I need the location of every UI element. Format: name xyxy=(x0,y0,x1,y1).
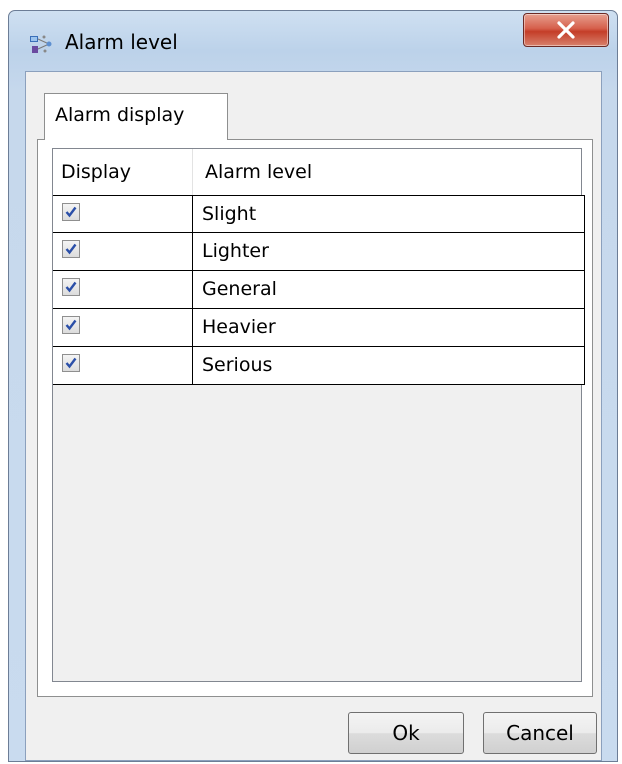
checkmark-icon xyxy=(65,319,77,331)
table-row[interactable]: Heavier xyxy=(53,309,585,347)
checkmark-icon xyxy=(65,357,77,369)
display-cell xyxy=(53,271,193,309)
tab-alarm-display[interactable]: Alarm display xyxy=(44,93,228,140)
display-cell xyxy=(53,233,193,271)
title-bar[interactable]: Alarm level xyxy=(9,11,617,73)
display-checkbox[interactable] xyxy=(62,203,80,221)
ok-button[interactable]: Ok xyxy=(348,712,464,754)
grid-header: Display Alarm level xyxy=(53,149,581,195)
column-header-label: Alarm level xyxy=(205,161,313,183)
table-row[interactable]: Lighter xyxy=(53,233,585,271)
alarm-level-dialog: Alarm level Alarm display Display Alarm … xyxy=(8,10,618,762)
checkmark-icon xyxy=(65,243,77,255)
alarm-level-cell[interactable]: Heavier xyxy=(193,309,585,347)
checkmark-icon xyxy=(65,281,77,293)
display-cell xyxy=(53,347,193,385)
close-icon xyxy=(557,21,575,39)
alarm-level-text: Slight xyxy=(202,203,257,225)
tab-panel: Display Alarm level Slight Lighter Gener… xyxy=(37,139,593,697)
display-cell xyxy=(53,309,193,347)
alarm-level-text: Heavier xyxy=(202,316,276,338)
alarm-level-text: Serious xyxy=(202,354,273,376)
alarm-level-cell[interactable]: General xyxy=(193,271,585,309)
display-checkbox[interactable] xyxy=(62,240,80,258)
alarm-level-cell[interactable]: Serious xyxy=(193,347,585,385)
table-row[interactable]: Serious xyxy=(53,347,585,385)
column-header-alarm-level[interactable]: Alarm level xyxy=(193,149,581,195)
alarm-level-cell[interactable]: Slight xyxy=(193,195,585,233)
network-app-icon xyxy=(29,33,53,55)
table-row[interactable]: Slight xyxy=(53,195,585,233)
alarm-level-grid: Display Alarm level Slight Lighter Gener… xyxy=(52,148,585,682)
grid-rows: Slight Lighter General Heavier Serious xyxy=(53,195,585,385)
display-cell xyxy=(53,195,193,233)
column-header-display[interactable]: Display xyxy=(53,149,193,195)
display-checkbox[interactable] xyxy=(62,354,80,372)
table-row[interactable]: General xyxy=(53,271,585,309)
alarm-level-cell[interactable]: Lighter xyxy=(193,233,585,271)
tab-label: Alarm display xyxy=(55,104,185,126)
cancel-button[interactable]: Cancel xyxy=(483,712,597,754)
window-title: Alarm level xyxy=(65,30,178,54)
dialog-client-area: Alarm display Display Alarm level Slight… xyxy=(25,71,602,761)
alarm-level-text: Lighter xyxy=(202,240,269,262)
display-checkbox[interactable] xyxy=(62,278,80,296)
display-checkbox[interactable] xyxy=(62,316,80,334)
close-button[interactable] xyxy=(523,13,609,47)
alarm-level-text: General xyxy=(202,278,277,300)
column-header-label: Display xyxy=(61,161,132,183)
checkmark-icon xyxy=(65,206,77,218)
